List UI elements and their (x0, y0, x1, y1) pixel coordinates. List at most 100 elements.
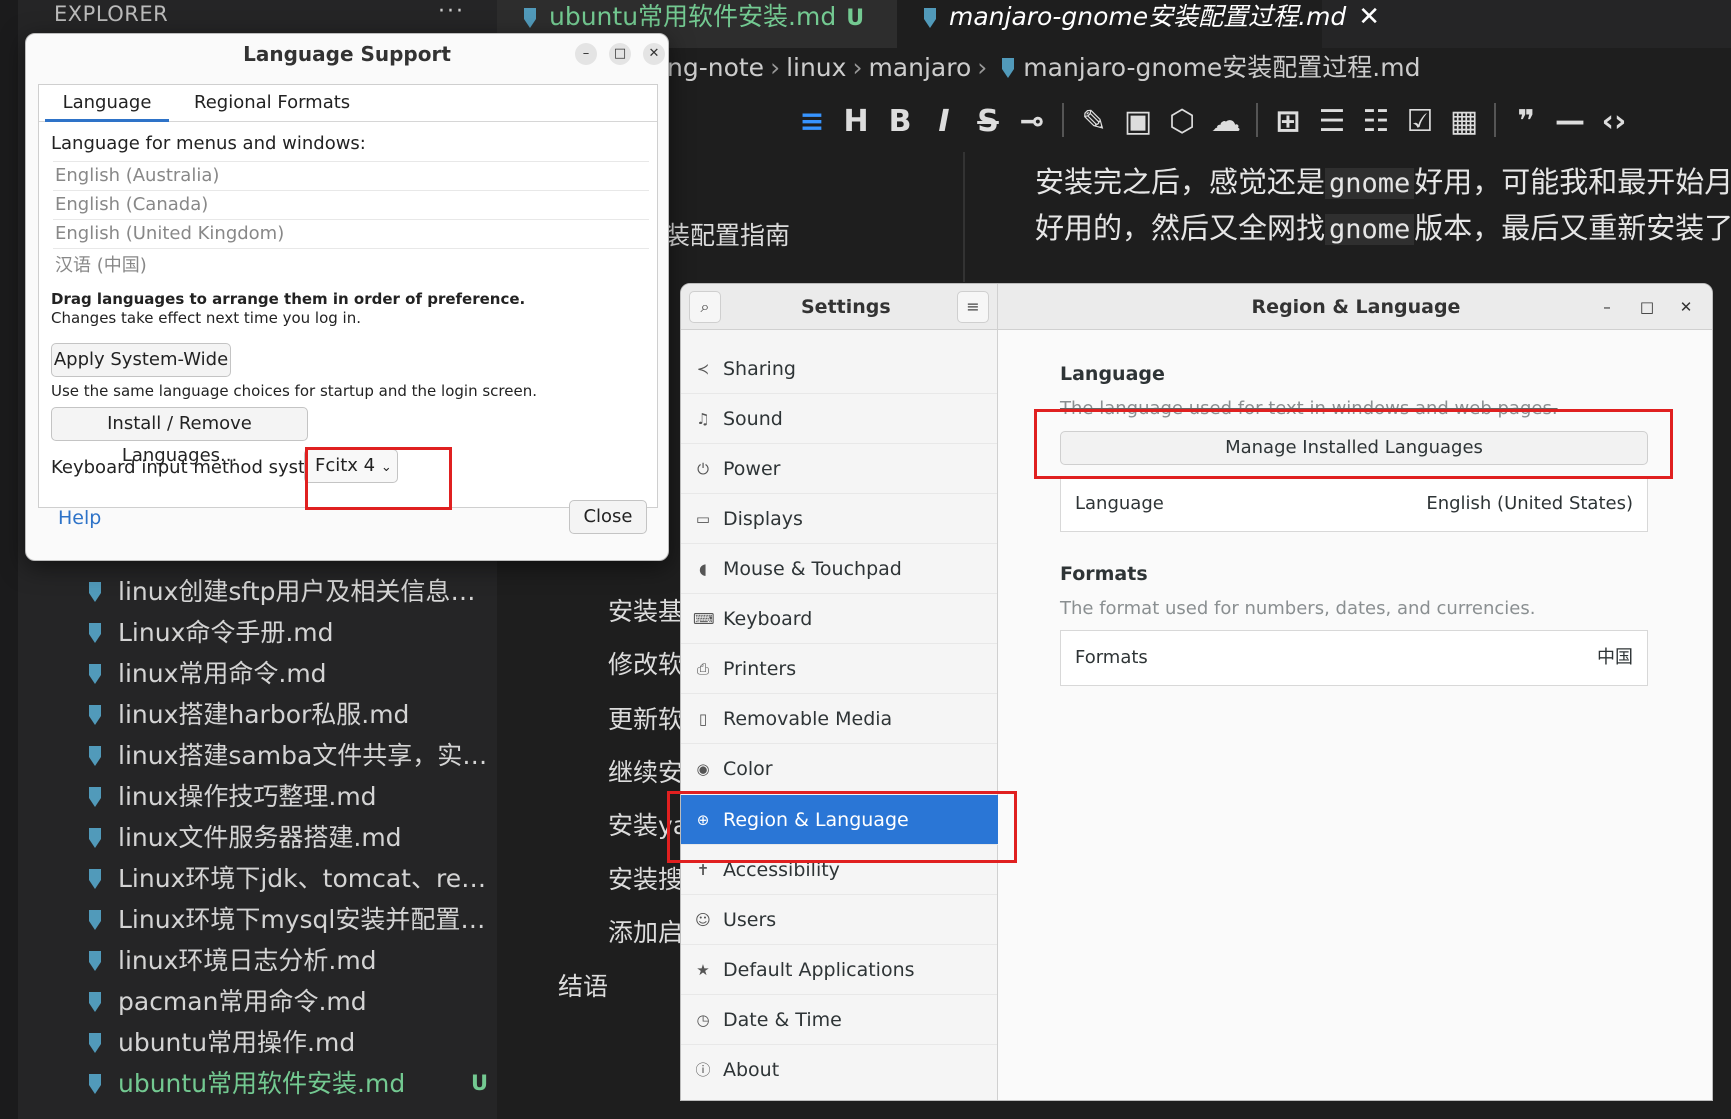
breadcrumb-item[interactable]: manjaro-gnome安装配置过程.md (1023, 53, 1420, 82)
outline-item[interactable]: 添加启 (608, 913, 683, 949)
minimize-icon[interactable]: – (1596, 296, 1618, 318)
file-item-untracked[interactable]: ubuntu常用软件安装.md U (84, 1063, 496, 1104)
info-icon: ⓘ (695, 1061, 711, 1079)
maximize-icon[interactable]: □ (609, 43, 631, 65)
editor-content[interactable]: 安装完之后，感觉还是 gnome 好用，可能我和最开始月 好用的，然后又全网找 gno… (1035, 160, 1731, 252)
file-item[interactable]: ubuntu常用操作.md (84, 1022, 496, 1063)
editor-line: 安装完之后，感觉还是 gnome 好用，可能我和最开始月 (1035, 165, 1731, 199)
file-name: ubuntu常用操作.md (118, 1028, 356, 1057)
file-item[interactable]: linux操作技巧整理.md (84, 776, 496, 817)
bullet-list-icon[interactable]: ☰ (1310, 100, 1354, 144)
breadcrumb-item[interactable]: ng-note (667, 53, 764, 82)
sidebar-item-printers[interactable]: ⎙ Printers (681, 644, 997, 694)
tab-manjaro-gnome[interactable]: manjaro-gnome安装配置过程.md ✕ (897, 0, 1380, 48)
music-note-icon: ♫ (696, 410, 710, 428)
search-icon[interactable]: ⌕ (689, 291, 721, 323)
file-item[interactable]: Linux命令手册.md (84, 612, 496, 653)
markdown-icon (89, 623, 101, 643)
link-icon[interactable]: ⊸ (1010, 100, 1054, 144)
tab-regional-formats[interactable]: Regional Formats (194, 85, 350, 122)
file-item[interactable]: pacman常用命令.md (84, 981, 496, 1022)
markdown-icon (89, 869, 101, 889)
sidebar-item-default-applications[interactable]: ★ Default Applications (681, 945, 997, 995)
install-remove-languages-button[interactable]: Install / Remove Languages... (51, 407, 308, 466)
file-name: linux搭建samba文件共享，实现... (118, 741, 496, 770)
markdown-icon (89, 910, 101, 930)
markdown-icon (89, 582, 101, 602)
sidebar-item-keyboard[interactable]: ⌨ Keyboard (681, 594, 997, 644)
edit-icon[interactable]: ✎ (1072, 100, 1116, 144)
code-icon[interactable]: ‹› (1592, 100, 1636, 144)
checkbox-icon[interactable]: ☑ (1398, 100, 1442, 144)
minimize-icon[interactable]: – (575, 43, 597, 65)
sidebar-item-date-time[interactable]: ◷ Date & Time (681, 995, 997, 1045)
menu-icon[interactable]: ≡ (957, 291, 989, 323)
file-item[interactable]: Linux环境下jdk、tomcat、redis... (84, 858, 496, 899)
outline-item[interactable]: 结语 (558, 967, 608, 1003)
theme-icon[interactable]: ⬡ (1160, 100, 1204, 144)
file-item[interactable]: linux环境日志分析.md (84, 940, 496, 981)
formats-row[interactable]: Formats 中国 (1060, 630, 1648, 686)
sidebar-item-color[interactable]: ◉ Color (681, 744, 997, 794)
list-item[interactable]: English (Australia) (53, 161, 649, 190)
close-icon[interactable]: ✕ (1675, 296, 1697, 318)
list-item[interactable]: 汉语 (中国) (53, 248, 649, 282)
outline-item[interactable]: 继续安 (608, 753, 683, 789)
activity-bar (0, 0, 18, 1119)
breadcrumb: ng-note › linux › manjaro › manjaro-gnome安装配置过… (497, 48, 1731, 88)
strikethrough-icon[interactable]: S (966, 100, 1010, 144)
sidebar-item-sharing[interactable]: ≺ Sharing (681, 344, 997, 394)
outline-item[interactable]: 装配置指南 (665, 216, 790, 252)
sidebar-item-about[interactable]: ⓘ About (681, 1045, 997, 1095)
breadcrumb-item[interactable]: linux (786, 53, 846, 82)
outline-item[interactable]: 安装搜 (608, 860, 683, 896)
bold-icon[interactable]: B (878, 100, 922, 144)
apply-system-wide-button[interactable]: Apply System-Wide (51, 343, 231, 377)
language-section-title: Language (1060, 363, 1165, 385)
sidebar-item-mouse[interactable]: ◖ Mouse & Touchpad (681, 544, 997, 594)
add-block-icon[interactable]: ⊞ (1266, 100, 1310, 144)
file-item[interactable]: linux搭建harbor私服.md (84, 694, 496, 735)
users-icon: ☺ (695, 911, 711, 929)
settings-title: Settings (801, 296, 891, 318)
help-link[interactable]: Help (58, 507, 101, 529)
file-item[interactable]: linux常用命令.md (84, 653, 496, 694)
pdf-icon[interactable]: ▣ (1116, 100, 1160, 144)
sidebar-item-displays[interactable]: ▭ Displays (681, 494, 997, 544)
file-item[interactable]: Linux环境下mysql安装并配置远... (84, 899, 496, 940)
file-list: linux创建sftp用户及相关信息配... Linux命令手册.md linu… (84, 571, 496, 1104)
display-icon: ▭ (695, 510, 711, 528)
numbered-list-icon[interactable]: ☷ (1354, 100, 1398, 144)
outline-toggle-icon[interactable]: ≡ (790, 100, 834, 144)
markdown-icon (89, 1074, 101, 1094)
language-list[interactable]: English (Australia) English (Canada) Eng… (53, 161, 649, 282)
breadcrumb-item[interactable]: manjaro (868, 53, 971, 82)
outline-item[interactable]: 更新软 (608, 700, 683, 736)
file-item[interactable]: linux文件服务器搭建.md (84, 817, 496, 858)
close-icon[interactable]: ✕ (643, 43, 665, 65)
close-icon[interactable]: ✕ (1358, 2, 1380, 32)
horizontal-rule-icon[interactable]: — (1548, 100, 1592, 144)
maximize-icon[interactable]: □ (1636, 296, 1658, 318)
file-item[interactable]: linux创建sftp用户及相关信息配... (84, 571, 496, 612)
file-item[interactable]: linux搭建samba文件共享，实现... (84, 735, 496, 776)
file-name: linux创建sftp用户及相关信息配... (118, 577, 496, 606)
sidebar-item-users[interactable]: ☺ Users (681, 895, 997, 945)
sidebar-item-power[interactable]: ⏻ Power (681, 444, 997, 494)
list-item[interactable]: English (Canada) (53, 190, 649, 219)
language-row[interactable]: Language English (United States) (1060, 476, 1648, 532)
outline-item[interactable]: 安装基 (608, 592, 683, 628)
sidebar-item-removable-media[interactable]: ▯ Removable Media (681, 694, 997, 744)
tab-language[interactable]: Language (45, 85, 169, 122)
heading-icon[interactable]: H (834, 100, 878, 144)
outline-item[interactable]: 修改软 (608, 645, 683, 681)
quote-icon[interactable]: ❞ (1504, 100, 1548, 144)
close-button[interactable]: Close (569, 500, 647, 534)
file-name: pacman常用命令.md (118, 987, 367, 1016)
table-icon[interactable]: ▦ (1442, 100, 1486, 144)
list-item[interactable]: English (United Kingdom) (53, 219, 649, 248)
italic-icon[interactable]: I (922, 100, 966, 144)
cloud-upload-icon[interactable]: ☁ (1204, 100, 1248, 144)
more-actions-icon[interactable]: ··· (438, 0, 465, 28)
sidebar-item-sound[interactable]: ♫ Sound (681, 394, 997, 444)
